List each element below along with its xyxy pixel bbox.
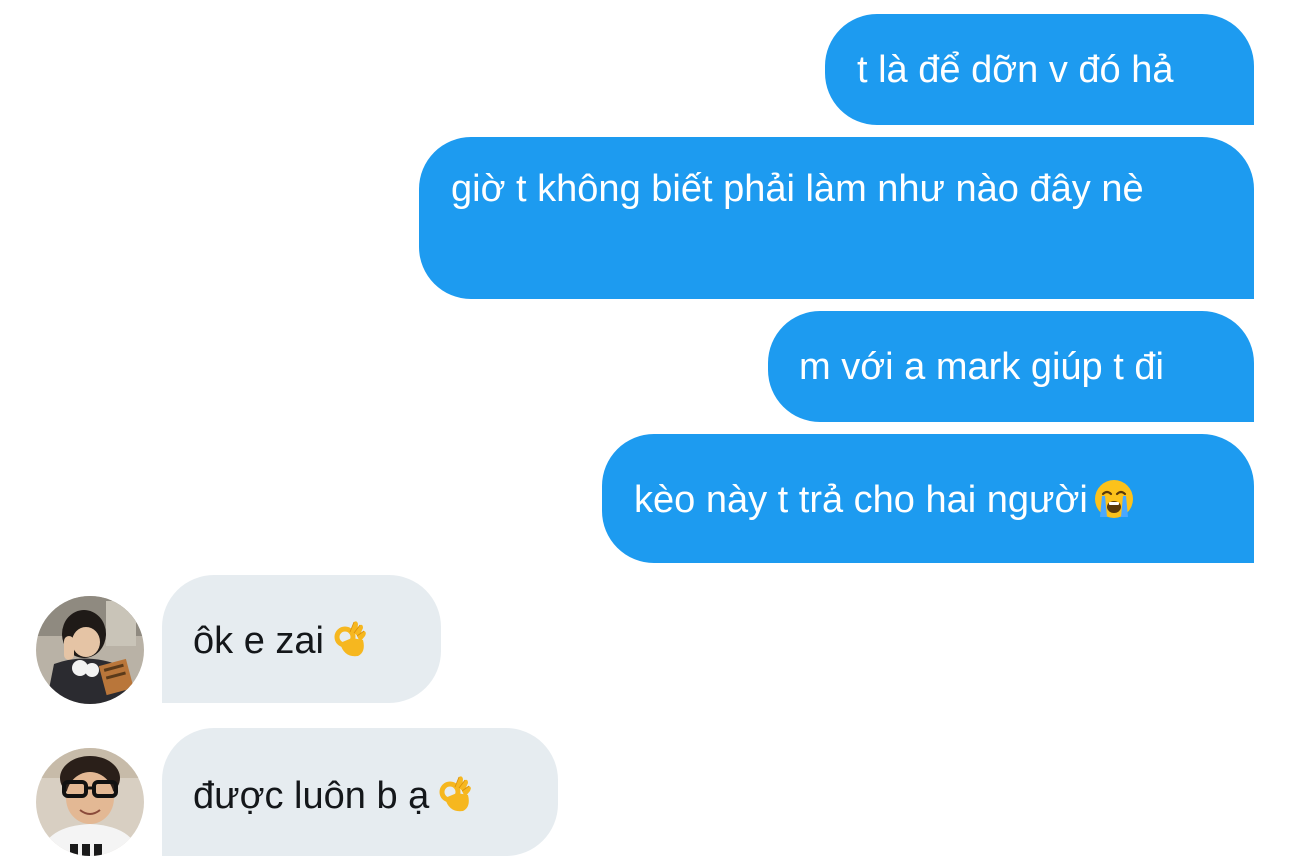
message-text: m với a mark giúp t đi bbox=[799, 346, 1164, 388]
message-text: được luôn b ạ bbox=[193, 775, 430, 817]
message-text: kèo này t trả cho hai người bbox=[634, 479, 1088, 521]
incoming-message-bubble[interactable]: ôk e zai bbox=[162, 575, 441, 703]
outgoing-message-bubble[interactable]: giờ t không biết phải làm như nào đây nè bbox=[419, 137, 1254, 299]
outgoing-message-bubble[interactable]: t là để dỡn v đó hả bbox=[825, 14, 1254, 125]
message-text: ôk e zai bbox=[193, 620, 324, 662]
loudly-crying-face-icon bbox=[1094, 479, 1134, 519]
avatar[interactable] bbox=[36, 596, 144, 704]
ok-hand-icon bbox=[330, 620, 370, 660]
avatar[interactable] bbox=[36, 748, 144, 856]
outgoing-message-bubble[interactable]: m với a mark giúp t đi bbox=[768, 311, 1254, 422]
ok-hand-icon bbox=[435, 775, 475, 815]
incoming-message-bubble[interactable]: được luôn b ạ bbox=[162, 728, 558, 856]
message-text: t là để dỡn v đó hả bbox=[857, 49, 1174, 91]
outgoing-message-bubble[interactable]: kèo này t trả cho hai người bbox=[602, 434, 1254, 563]
message-text: giờ t không biết phải làm như nào đây nè bbox=[451, 168, 1144, 210]
